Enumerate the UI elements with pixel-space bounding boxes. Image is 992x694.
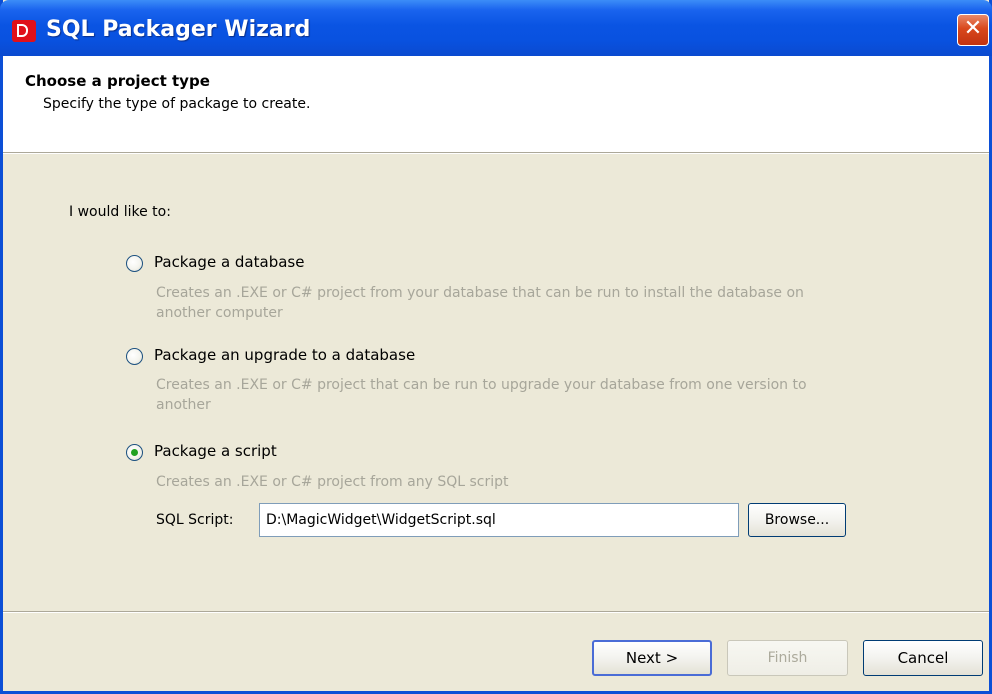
next-button[interactable]: Next > xyxy=(592,640,712,676)
close-button[interactable]: ✕ xyxy=(957,14,989,46)
title-bar[interactable]: SQL Packager Wizard ✕ xyxy=(0,0,992,56)
option-description: Creates an .EXE or C# project from any S… xyxy=(156,474,509,490)
header-divider xyxy=(3,152,989,154)
option-description: Creates an .EXE or C# project that can b… xyxy=(156,377,807,413)
option-label: Package a script xyxy=(154,442,277,460)
window-title: SQL Packager Wizard xyxy=(46,17,311,42)
browse-button[interactable]: Browse... xyxy=(748,503,846,537)
radio-package-database[interactable] xyxy=(126,255,143,272)
close-icon: ✕ xyxy=(963,16,983,41)
sql-script-label: SQL Script: xyxy=(156,512,234,528)
cancel-button[interactable]: Cancel xyxy=(863,640,983,676)
page-subtitle: Specify the type of package to create. xyxy=(43,96,311,112)
footer-divider xyxy=(3,611,989,613)
wizard-window: SQL Packager Wizard ✕ Choose a project t… xyxy=(0,0,992,694)
app-icon xyxy=(12,20,36,42)
finish-button[interactable]: Finish xyxy=(727,640,848,676)
option-label: Package an upgrade to a database xyxy=(154,346,416,364)
sql-script-field[interactable] xyxy=(259,503,739,537)
option-label: Package a database xyxy=(154,253,305,271)
option-description: Creates an .EXE or C# project from your … xyxy=(156,285,804,321)
radio-package-script[interactable] xyxy=(126,444,143,461)
wizard-header: Choose a project type Specify the type o… xyxy=(3,56,989,152)
radio-package-upgrade[interactable] xyxy=(126,348,143,365)
page-title: Choose a project type xyxy=(25,72,210,90)
intro-text: I would like to: xyxy=(69,204,171,220)
